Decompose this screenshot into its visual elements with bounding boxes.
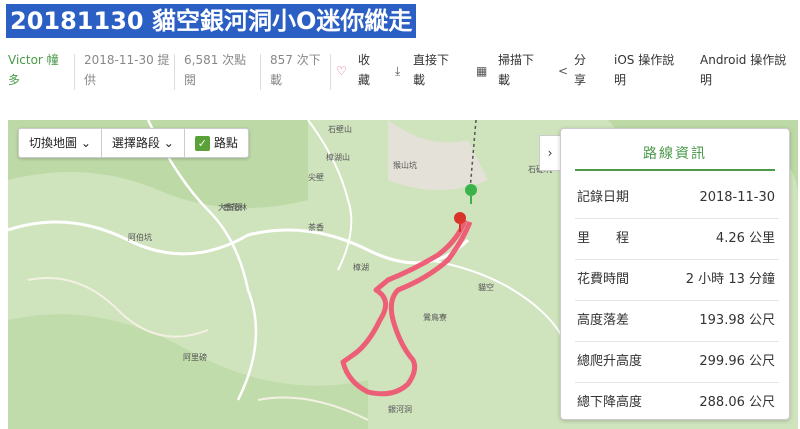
android-guide-label-cont: 明 <box>700 73 713 87</box>
select-route-dropdown[interactable]: 選擇路段 ⌄ <box>102 129 185 157</box>
info-row: 總爬升高度 299.96 公尺 <box>575 341 779 383</box>
route-map[interactable]: 石壁山樟湖山猴山坑尖壁大崙頭阿伯坑香花林茶香樟湖貓空鶯鳥寮阿里磅銀河洞石碇坑 切… <box>8 120 798 429</box>
divider <box>330 54 331 90</box>
map-place-label: 樟湖山 <box>326 152 350 162</box>
map-place-label: 阿里磅 <box>183 352 207 362</box>
map-place-label: 石壁山 <box>328 124 352 134</box>
map-toolbar: 切換地圖 ⌄ 選擇路段 ⌄ ✓ 路點 <box>18 128 249 158</box>
scan-download-button[interactable]: 掃描下 載 <box>498 50 534 90</box>
map-place-label: 香花林 <box>223 202 247 212</box>
chevron-right-icon: › <box>547 146 553 160</box>
author-link[interactable]: Victor 幢 多 <box>8 50 59 90</box>
panel-title: 路線資訊 <box>575 139 775 171</box>
direct-download-label: 直接下 <box>413 53 450 67</box>
info-label: 花費時間 <box>577 272 630 287</box>
info-row: 里 程 4.26 公里 <box>575 218 779 260</box>
waypoints-toggle[interactable]: ✓ 路點 <box>185 129 248 157</box>
waypoints-label: 路點 <box>213 136 238 150</box>
view-count-cont: 閱 <box>184 73 197 87</box>
info-row: 高度落差 193.98 公尺 <box>575 300 779 342</box>
info-label: 高度落差 <box>577 313 630 328</box>
upload-date: 2018-11-30 提 供 <box>84 50 170 90</box>
view-count-text: 6,581 次點 <box>184 53 247 67</box>
scan-download-label-cont: 載 <box>498 73 511 87</box>
chevron-down-icon: ⌄ <box>163 136 174 150</box>
android-guide-link[interactable]: Android 操作說 明 <box>700 50 786 90</box>
info-row: 花費時間 2 小時 13 分鐘 <box>575 259 779 301</box>
info-value: 4.26 公里 <box>715 231 775 246</box>
heart-icon: ♡ <box>336 64 347 78</box>
info-row: 記錄日期 2018-11-30 <box>575 177 779 219</box>
share-icon: < <box>558 64 569 78</box>
route-info-panel: 路線資訊 記錄日期 2018-11-30 里 程 4.26 公里花費時間 2 小時 13… <box>560 128 790 420</box>
direct-download-label-cont: 載 <box>413 73 426 87</box>
share-label: 分 <box>574 53 587 67</box>
meta-bar: Victor 幢 多 2018-11-30 提 供 6,581 次點 閱 857… <box>8 50 798 96</box>
map-place-label: 猴山坑 <box>393 160 417 170</box>
map-place-label: 樟湖 <box>353 262 369 272</box>
author-name: Victor 幢 <box>8 53 59 67</box>
upload-date-text: 2018-11-30 提 <box>84 53 170 67</box>
page-title: 20181130 貓空銀河洞小O迷你縱走 <box>6 4 417 38</box>
map-place-label: 鶯鳥寮 <box>423 312 447 322</box>
info-value: 2018-11-30 <box>699 190 775 205</box>
favorite-label: 收 <box>358 53 371 67</box>
share-button[interactable]: 分 享 <box>574 50 586 90</box>
direct-download-button[interactable]: 直接下 載 <box>413 50 449 90</box>
panel-collapse-button[interactable]: › <box>539 135 561 171</box>
qr-code-icon: ▦ <box>476 64 488 78</box>
info-label: 里 程 <box>577 231 630 246</box>
switch-map-label: 切換地圖 <box>29 136 78 150</box>
info-value: 299.96 公尺 <box>699 354 775 369</box>
info-value: 193.98 公尺 <box>699 313 775 328</box>
download-count-text: 857 次下 <box>270 53 321 67</box>
select-route-label: 選擇路段 <box>111 136 160 150</box>
info-value: 288.06 公尺 <box>699 395 775 410</box>
divider <box>74 54 75 90</box>
android-guide-label: Android 操作說 <box>700 53 787 67</box>
map-place-label: 貓空 <box>478 282 494 292</box>
divider <box>260 54 261 90</box>
upload-date-cont: 供 <box>84 73 97 87</box>
author-name-cont: 多 <box>8 73 21 87</box>
share-label-cont: 享 <box>574 73 587 87</box>
view-count: 6,581 次點 閱 <box>184 50 246 90</box>
ios-guide-link[interactable]: iOS 操作說 明 <box>614 50 674 90</box>
map-place-label: 阿伯坑 <box>128 232 152 242</box>
scan-download-label: 掃描下 <box>498 53 535 67</box>
ios-guide-label: iOS 操作說 <box>614 53 675 67</box>
info-row: 總下降高度 288.06 公尺 <box>575 382 779 423</box>
divider <box>174 54 175 90</box>
switch-map-dropdown[interactable]: 切換地圖 ⌄ <box>19 129 102 157</box>
download-icon: ⤓ <box>395 64 401 78</box>
info-label: 總爬升高度 <box>577 354 643 369</box>
info-label: 總下降高度 <box>577 395 643 410</box>
checkbox-checked-icon: ✓ <box>194 136 210 151</box>
favorite-button[interactable]: 收 藏 <box>358 50 370 90</box>
info-value: 2 小時 13 分鐘 <box>685 272 775 287</box>
download-count-cont: 載 <box>270 73 283 87</box>
download-count: 857 次下 載 <box>270 50 321 90</box>
ios-guide-label-cont: 明 <box>614 73 627 87</box>
map-place-label: 茶香 <box>308 222 324 232</box>
favorite-label-cont: 藏 <box>358 73 371 87</box>
map-place-label: 尖壁 <box>308 172 324 182</box>
chevron-down-icon: ⌄ <box>80 136 91 150</box>
info-label: 記錄日期 <box>577 190 630 205</box>
map-place-label: 銀河洞 <box>388 404 412 414</box>
